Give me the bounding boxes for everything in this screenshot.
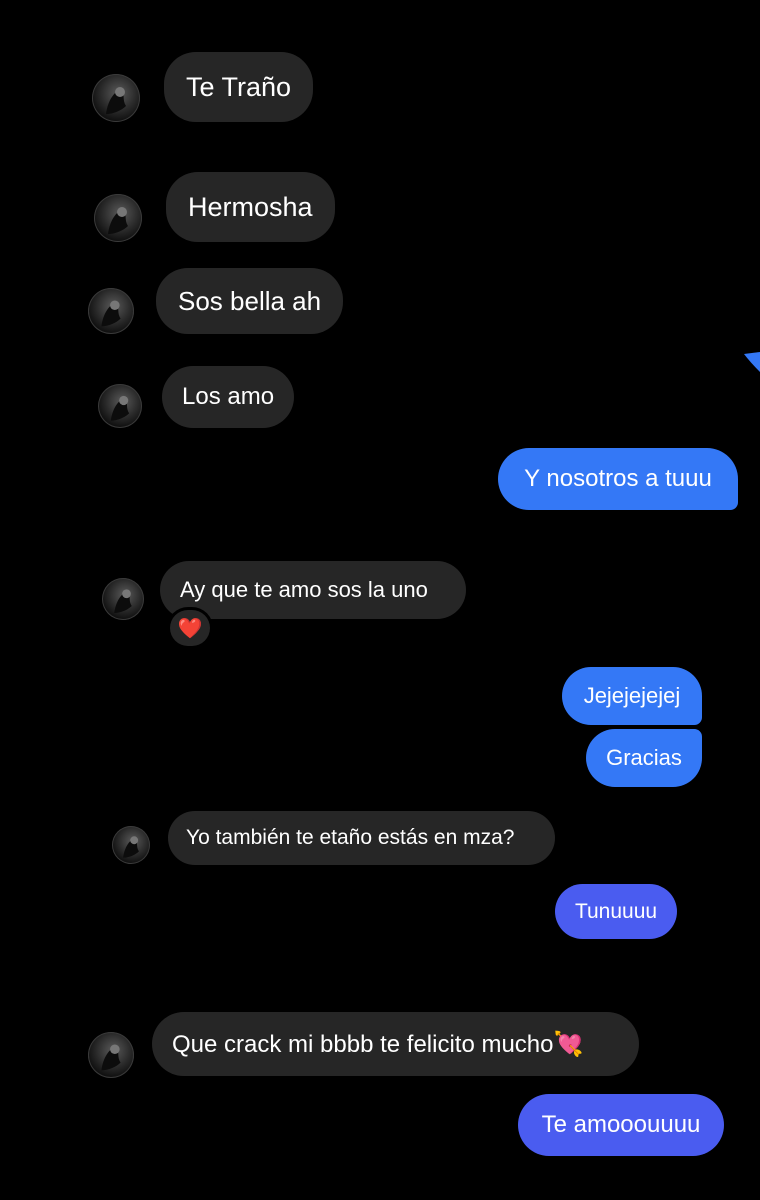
contact-avatar-icon[interactable]: [98, 384, 142, 428]
message-text: Y nosotros a tuuu: [524, 465, 712, 492]
message-text: Yo también te etaño estás en mza?: [186, 826, 515, 849]
contact-avatar-icon[interactable]: [88, 1032, 134, 1078]
message-bubble-incoming[interactable]: Te Traño: [164, 52, 314, 122]
outgoing-bubble-edge: [744, 352, 760, 372]
message-text: Jejejejejej: [583, 683, 681, 708]
message-text: Gracias: [606, 745, 682, 770]
contact-avatar-icon[interactable]: [102, 578, 144, 620]
contact-avatar-icon[interactable]: [88, 288, 134, 334]
message-bubble-incoming[interactable]: Que crack mi bbbb te felicito mucho💘: [152, 1012, 639, 1076]
message-bubble-incoming[interactable]: Yo también te etaño estás en mza?: [168, 811, 555, 865]
message-text: Hermosha: [188, 191, 313, 222]
contact-avatar-icon[interactable]: [112, 826, 150, 864]
heart-reaction-icon[interactable]: ❤️: [170, 610, 210, 646]
message-bubble-incoming[interactable]: Ay que te amo sos la uno: [160, 561, 466, 619]
message-bubble-outgoing[interactable]: Tunuuuu: [555, 884, 677, 939]
contact-avatar-icon[interactable]: [92, 74, 140, 122]
message-text: Los amo: [182, 383, 275, 410]
message-bubble-outgoing[interactable]: Te amooouuuu: [518, 1094, 724, 1156]
message-text: Tunuuuu: [574, 899, 658, 923]
message-text: Ay que te amo sos la uno: [180, 577, 428, 602]
message-bubble-incoming[interactable]: Los amo: [162, 366, 295, 428]
message-text: Te Traño: [186, 71, 292, 102]
message-text: Sos bella ah: [178, 285, 322, 316]
message-bubble-incoming[interactable]: Hermosha: [166, 172, 335, 242]
contact-avatar-icon[interactable]: [94, 194, 142, 242]
message-bubble-outgoing[interactable]: Y nosotros a tuuu: [498, 448, 738, 510]
reaction-emoji: ❤️: [177, 617, 203, 640]
message-bubble-outgoing[interactable]: Jejejejejej: [562, 667, 702, 725]
message-bubble-outgoing[interactable]: Gracias: [586, 729, 702, 787]
chat-thread: Te Traño Hermosha Sos bella ah Los amo Y…: [0, 0, 760, 1200]
message-bubble-incoming[interactable]: Sos bella ah: [156, 268, 344, 334]
message-text: Te amooouuuu: [541, 1111, 701, 1138]
message-text: Que crack mi bbbb te felicito mucho💘: [172, 1030, 584, 1058]
